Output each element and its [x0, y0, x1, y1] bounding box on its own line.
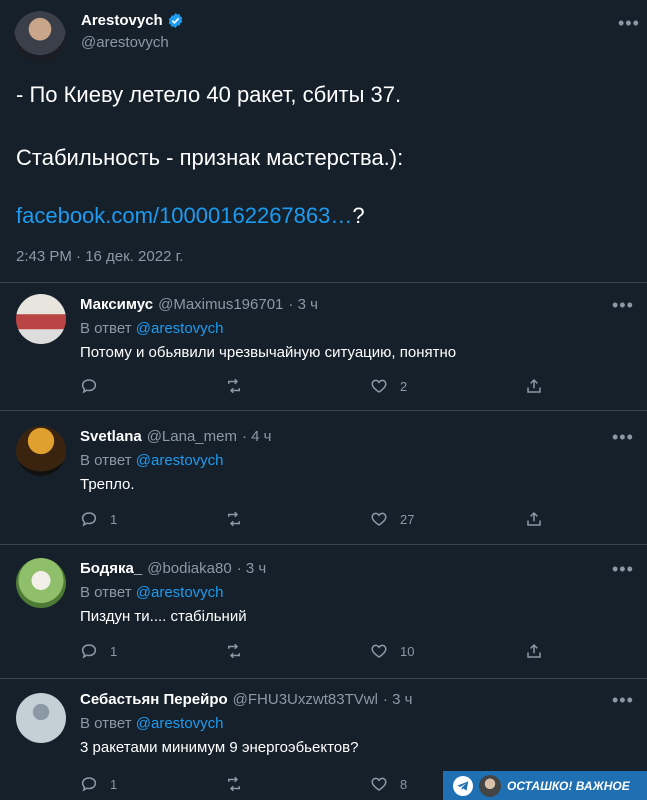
share-button[interactable]	[525, 642, 543, 660]
tweet-timestamp[interactable]: 2:43 PM · 16 дек. 2022 г.	[16, 248, 183, 265]
channel-label: ОСТАШКО! ВАЖНОЕ	[507, 778, 630, 793]
reply-header: Себастьян Перейро @FHU3Uxzwt83TVwl · 3 ч	[80, 691, 412, 708]
heart-icon	[371, 644, 387, 658]
in-reply-label: В ответ	[80, 584, 132, 601]
reply-time[interactable]: · 3 ч	[383, 691, 413, 708]
reply-author-name[interactable]: Svetlana	[80, 428, 142, 445]
like-count: 27	[400, 511, 415, 527]
heart-icon	[371, 777, 387, 791]
in-reply-label: В ответ	[80, 320, 132, 337]
retweet-button[interactable]	[225, 377, 243, 395]
reply-time[interactable]: · 4 ч	[242, 428, 272, 445]
more-options-icon[interactable]: •••	[612, 428, 634, 446]
in-reply-label: В ответ	[80, 452, 132, 469]
like-button[interactable]: 27	[370, 510, 414, 528]
in-reply-handle[interactable]: @arestovych	[136, 452, 224, 469]
more-options-icon[interactable]: •••	[612, 296, 634, 314]
like-button[interactable]: 10	[370, 642, 414, 660]
reply-avatar[interactable]	[16, 426, 66, 476]
reply-header: Максимус @Maximus196701 · 3 ч	[80, 296, 318, 313]
tweet-link-suffix: ?	[352, 203, 365, 228]
reply-author-handle[interactable]: @bodiaka80	[147, 560, 231, 577]
reply-button[interactable]: 1	[80, 642, 117, 660]
channel-avatar	[479, 774, 501, 797]
reply-text: Потому и обьявили чрезвычайную ситуацию,…	[80, 344, 457, 361]
share-icon	[527, 378, 541, 393]
reply-author-name[interactable]: Бодяка_	[80, 560, 142, 577]
more-options-icon[interactable]: •••	[618, 14, 640, 32]
reply-avatar[interactable]	[16, 294, 66, 344]
in-reply-handle[interactable]: @arestovych	[136, 715, 224, 732]
reply-icon	[81, 644, 97, 659]
reply-count: 1	[110, 511, 118, 527]
reply-text: Пиздун ти.... стабільний	[80, 608, 247, 625]
reply-time[interactable]: · 3 ч	[237, 560, 267, 577]
like-button[interactable]: 2	[370, 377, 407, 395]
retweet-icon	[228, 643, 240, 659]
reply-icon	[81, 777, 97, 792]
reply-author-name[interactable]: Максимус	[80, 296, 153, 313]
tweet-text-line-1: - По Киеву летело 40 ракет, сбиты 37.	[16, 82, 402, 107]
reply-header: Svetlana @Lana_mem · 4 ч	[80, 428, 271, 445]
author-name[interactable]: Arestovych	[81, 12, 163, 29]
in-reply-handle[interactable]: @arestovych	[136, 584, 224, 601]
in-reply-handle[interactable]: @arestovych	[136, 320, 224, 337]
author-handle[interactable]: @arestovych	[81, 34, 169, 51]
verified-badge-icon	[168, 13, 182, 28]
in-reply-to: В ответ @arestovych	[80, 715, 224, 732]
in-reply-to: В ответ @arestovych	[80, 320, 224, 337]
reply-icon	[81, 512, 97, 527]
tweet-link-row: facebook.com/10000162267863…?	[16, 203, 365, 229]
author-avatar[interactable]	[14, 11, 66, 63]
reply-icon	[81, 379, 97, 394]
reply-count: 1	[110, 776, 118, 792]
reply-author-handle[interactable]: @FHU3Uxzwt83TVwl	[233, 691, 378, 708]
like-count: 8	[400, 776, 408, 792]
channel-badge[interactable]: ОСТАШКО! ВАЖНОЕ	[443, 771, 647, 800]
like-button[interactable]: 8	[370, 775, 407, 793]
reply-tweet[interactable]: Svetlana @Lana_mem · 4 ч ••• В ответ @ar…	[0, 412, 647, 545]
heart-icon	[371, 379, 387, 393]
reply-tweet[interactable]: Максимус @Maximus196701 · 3 ч ••• В отве…	[0, 284, 647, 411]
tweet-text-line-2: Стабильность - признак мастерства.):	[16, 145, 404, 170]
reply-avatar[interactable]	[16, 558, 66, 608]
more-options-icon[interactable]: •••	[612, 691, 634, 709]
reply-text: Трепло.	[80, 476, 135, 493]
tweet-link[interactable]: facebook.com/10000162267863…	[16, 203, 352, 228]
reply-time[interactable]: · 3 ч	[288, 296, 318, 313]
author-name-row[interactable]: Arestovych	[81, 12, 184, 29]
reply-author-handle[interactable]: @Maximus196701	[158, 296, 283, 313]
share-button[interactable]	[525, 510, 543, 528]
retweet-icon	[228, 378, 240, 394]
more-options-icon[interactable]: •••	[612, 560, 634, 578]
retweet-button[interactable]	[225, 642, 243, 660]
in-reply-label: В ответ	[80, 715, 132, 732]
like-count: 10	[400, 643, 415, 659]
retweet-button[interactable]	[225, 775, 243, 793]
reply-count: 1	[110, 643, 118, 659]
reply-author-handle[interactable]: @Lana_mem	[147, 428, 237, 445]
reply-avatar[interactable]	[16, 693, 66, 743]
telegram-icon	[453, 775, 473, 796]
reply-author-name[interactable]: Себастьян Перейро	[80, 691, 228, 708]
share-icon	[527, 643, 541, 658]
share-icon	[527, 511, 541, 526]
reply-text: 3 ракетами минимум 9 энергоэбьектов?	[80, 739, 359, 756]
in-reply-to: В ответ @arestovych	[80, 452, 224, 469]
retweet-icon	[228, 511, 240, 527]
retweet-button[interactable]	[225, 510, 243, 528]
main-tweet: Arestovych @arestovych ••• - По Киеву ле…	[0, 0, 647, 283]
heart-icon	[371, 512, 387, 526]
like-count: 2	[400, 378, 408, 394]
reply-button[interactable]: 1	[80, 775, 117, 793]
reply-button[interactable]	[80, 377, 110, 395]
reply-button[interactable]: 1	[80, 510, 117, 528]
in-reply-to: В ответ @arestovych	[80, 584, 224, 601]
share-button[interactable]	[525, 377, 543, 395]
reply-tweet[interactable]: Бодяка_ @bodiaka80 · 3 ч ••• В ответ @ar…	[0, 546, 647, 679]
reply-header: Бодяка_ @bodiaka80 · 3 ч	[80, 560, 266, 577]
retweet-icon	[228, 776, 240, 792]
